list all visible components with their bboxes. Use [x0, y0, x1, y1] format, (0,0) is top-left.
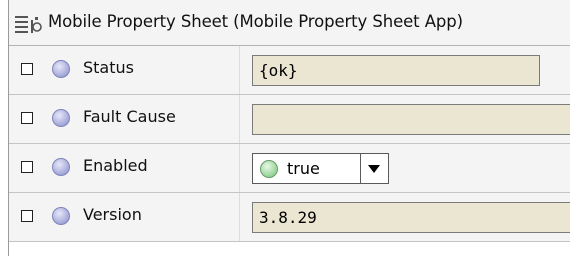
dropdown-divider [360, 154, 361, 183]
column-divider [239, 144, 240, 192]
sheet-title: Mobile Property Sheet (Mobile Property S… [48, 12, 463, 31]
status-dot-icon [52, 60, 70, 78]
enabled-dropdown[interactable]: true [252, 153, 389, 184]
status-dot-icon [52, 109, 70, 127]
title-bar: Mobile Property Sheet (Mobile Property S… [9, 0, 570, 46]
property-label: Status [83, 58, 134, 77]
row-checkbox[interactable] [21, 210, 33, 222]
property-sheet: Mobile Property Sheet (Mobile Property S… [0, 0, 570, 256]
property-sheet-icon [15, 16, 42, 33]
chevron-down-icon[interactable] [368, 165, 380, 173]
dropdown-selected-value: true [287, 159, 320, 178]
column-divider [239, 95, 240, 143]
property-label: Fault Cause [83, 107, 176, 126]
column-divider [239, 46, 240, 94]
row-checkbox[interactable] [21, 63, 33, 75]
status-dot-icon [52, 207, 70, 225]
property-row-enabled: Enabled true [9, 144, 570, 193]
row-checkbox[interactable] [21, 161, 33, 173]
property-row-version: Version 3.8.29 [9, 193, 570, 242]
property-row-status: Status {ok} [9, 46, 570, 95]
status-value-field: {ok} [252, 55, 540, 86]
column-divider [239, 193, 240, 241]
version-value-field: 3.8.29 [252, 202, 570, 233]
property-row-fault-cause: Fault Cause [9, 95, 570, 144]
row-checkbox[interactable] [21, 112, 33, 124]
property-label: Enabled [83, 156, 148, 175]
green-dot-icon [260, 160, 278, 178]
fault-cause-value-field [252, 104, 570, 135]
status-dot-icon [52, 158, 70, 176]
property-label: Version [83, 205, 142, 224]
